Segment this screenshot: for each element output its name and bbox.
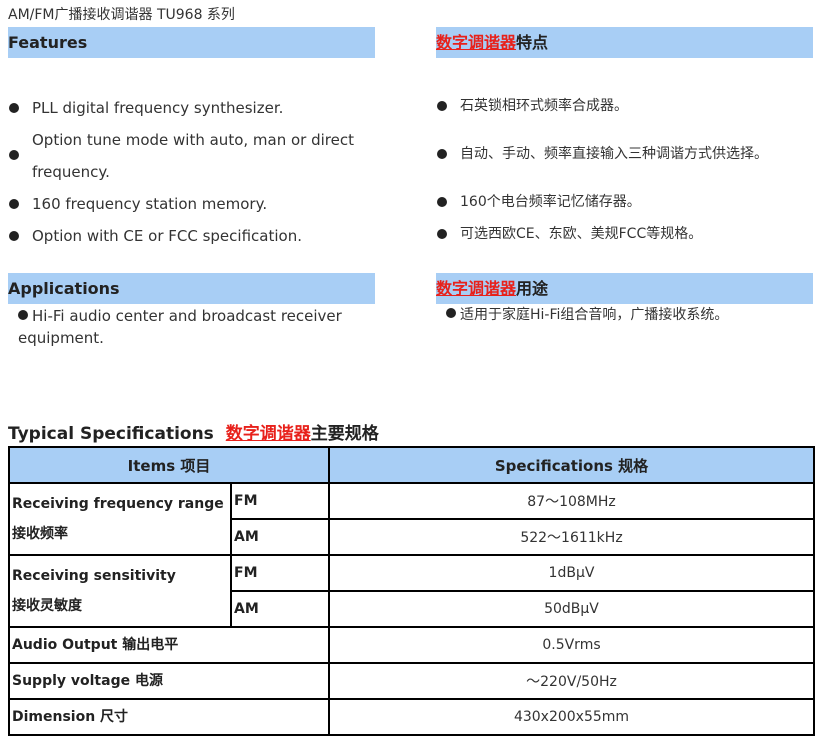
bullet-icon bbox=[9, 103, 19, 113]
column-header-specs: Specifications 规格 bbox=[328, 446, 815, 484]
table-row: Dimension 尺寸 430x200x55mm bbox=[8, 698, 815, 736]
table-row: Audio Output 输出电平 0.5Vrms bbox=[8, 626, 815, 664]
bullet-icon bbox=[446, 308, 456, 318]
list-item: Option with CE or FCC specification. bbox=[8, 220, 368, 252]
applications-heading-bar: Applications bbox=[8, 273, 375, 304]
features-heading-bar: Features bbox=[8, 27, 375, 58]
list-item: 自动、手动、频率直接输入三种调谐方式供选择。 bbox=[436, 142, 816, 166]
table-row: Receiving sensitivity 接收灵敏度 FM 1dBμV bbox=[8, 554, 815, 628]
tuner-link[interactable]: 数字调谐器 bbox=[226, 424, 311, 444]
applications-text: Hi-Fi audio center and broadcast receive… bbox=[18, 307, 342, 347]
value-cell: 87～108MHz bbox=[328, 482, 815, 520]
value-cell: 430x200x55mm bbox=[328, 698, 815, 736]
tuner-link[interactable]: 数字调谐器 bbox=[436, 279, 516, 298]
applications-cn-text: 适用于家庭Hi-Fi组合音响，广播接收系统。 bbox=[446, 304, 806, 326]
bullet-icon bbox=[9, 150, 19, 160]
band-cell: AM bbox=[230, 590, 330, 628]
features-cn-list: 石英锁相环式频率合成器。 自动、手动、频率直接输入三种调谐方式供选择。 160个… bbox=[436, 94, 816, 246]
list-item: 石英锁相环式频率合成器。 bbox=[436, 94, 816, 118]
features-cn-heading: 特点 bbox=[516, 33, 549, 52]
features-heading: Features bbox=[8, 33, 88, 52]
value-cell: 522～1611kHz bbox=[328, 518, 815, 556]
list-item: 可选西欧CE、东欧、美规FCC等规格。 bbox=[436, 222, 816, 246]
column-header-items: Items 项目 bbox=[8, 446, 330, 484]
value-cell: ～220V/50Hz bbox=[328, 662, 815, 700]
tuner-link[interactable]: 数字调谐器 bbox=[436, 33, 516, 52]
band-cell: FM bbox=[230, 482, 330, 520]
bullet-icon bbox=[437, 197, 447, 207]
table-row: Supply voltage 电源 ～220V/50Hz bbox=[8, 662, 815, 700]
value-cell: 50dBμV bbox=[328, 590, 815, 628]
value-cell: 1dBμV bbox=[328, 554, 815, 592]
list-item: 160 frequency station memory. bbox=[8, 188, 368, 220]
value-cell: 0.5Vrms bbox=[328, 626, 815, 664]
item-cell: Receiving sensitivity 接收灵敏度 bbox=[8, 554, 232, 628]
bullet-icon bbox=[437, 101, 447, 111]
features-cn-heading-bar: 数字调谐器特点 bbox=[436, 27, 813, 58]
applications-heading: Applications bbox=[8, 279, 120, 298]
typical-specs-heading: Typical Specifications 数字调谐器主要规格 bbox=[8, 424, 379, 444]
bullet-icon bbox=[18, 310, 28, 320]
table-header-row: Items 项目 Specifications 规格 bbox=[8, 446, 815, 484]
table-row: Receiving frequency range 接收频率 FM 87～108… bbox=[8, 482, 815, 556]
bullet-icon bbox=[9, 231, 19, 241]
item-cell: Receiving frequency range 接收频率 bbox=[8, 482, 232, 556]
band-cell: FM bbox=[230, 554, 330, 592]
list-item: 160个电台频率记忆储存器。 bbox=[436, 190, 816, 214]
bullet-icon bbox=[437, 229, 447, 239]
item-cell: Supply voltage 电源 bbox=[8, 662, 330, 700]
specifications-table: Items 项目 Specifications 规格 Receiving fre… bbox=[8, 446, 815, 736]
band-cell: AM bbox=[230, 518, 330, 556]
list-item: PLL digital frequency synthesizer. bbox=[8, 96, 368, 120]
applications-cn-heading-bar: 数字调谐器用途 bbox=[436, 273, 813, 304]
item-cell: Audio Output 输出电平 bbox=[8, 626, 330, 664]
applications-cn-heading: 用途 bbox=[516, 279, 549, 298]
item-cell: Dimension 尺寸 bbox=[8, 698, 330, 736]
page-title: AM/FM广播接收调谐器 TU968 系列 bbox=[8, 7, 235, 23]
bullet-icon bbox=[9, 199, 19, 209]
bullet-icon bbox=[437, 149, 447, 159]
features-list: PLL digital frequency synthesizer. Optio… bbox=[8, 96, 368, 252]
list-item: Option tune mode with auto, man or direc… bbox=[8, 124, 368, 188]
